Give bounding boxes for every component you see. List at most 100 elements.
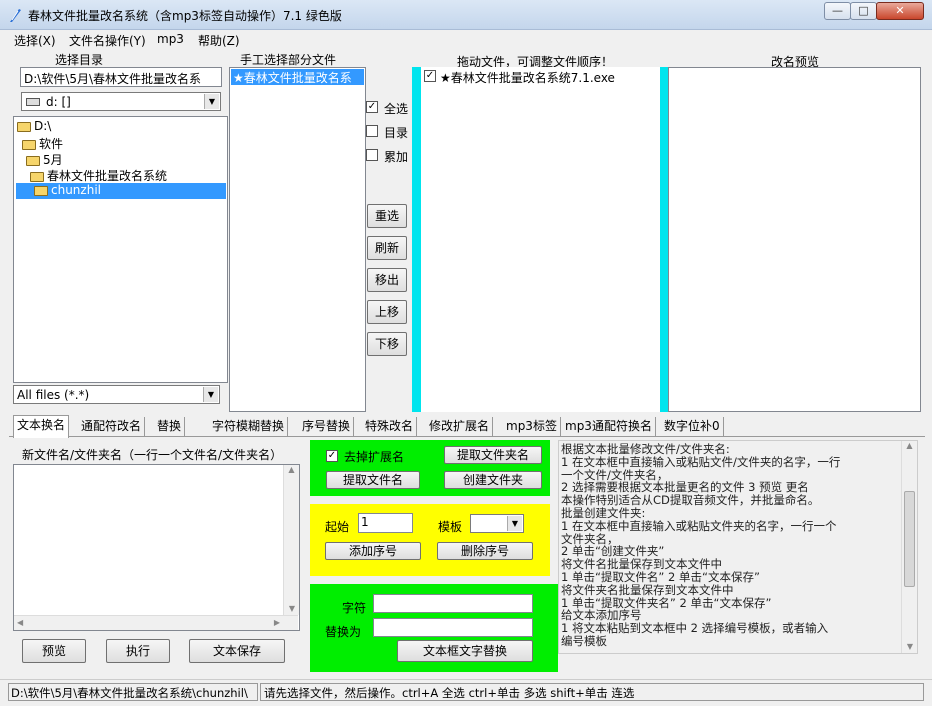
drive-select[interactable]: d: [] ▼	[21, 92, 221, 111]
help-line: 1 在文本框中直接输入或粘贴文件夹的名字，一行一个	[561, 518, 837, 533]
char-input[interactable]	[373, 594, 533, 613]
delete-seq-button[interactable]: 删除序号	[437, 542, 533, 560]
folder-open-icon	[17, 121, 31, 132]
select-dir-header: 选择目录	[54, 53, 103, 67]
menu-mp3[interactable]: mp3	[157, 32, 184, 46]
tab-replace[interactable]: 替换	[154, 417, 186, 437]
template-select[interactable]: ▼	[470, 514, 524, 533]
char-label: 字符	[342, 601, 367, 615]
menu-filename-ops[interactable]: 文件名操作(Y)	[69, 32, 146, 49]
scroll-left-icon[interactable]: ◀	[17, 618, 23, 627]
tab-modify-extension[interactable]: 修改扩展名	[426, 417, 494, 437]
folder-open-icon	[26, 155, 40, 166]
tab-fuzzy-replace[interactable]: 字符模糊替换	[209, 417, 289, 437]
scroll-up-icon[interactable]: ▲	[902, 441, 917, 450]
replace-with-input[interactable]	[373, 618, 533, 637]
help-scroll-thumb[interactable]	[904, 491, 915, 587]
execute-button[interactable]: 执行	[106, 639, 170, 663]
help-line: 1 将文本粘贴到文本框中 2 选择编号模板，或者输入	[561, 621, 829, 636]
directory-tree[interactable]: D:\ 软件 5月 春林文件批量改名系统 chunzhil	[13, 116, 228, 383]
menu-bar: 选择(X) 文件名操作(Y) mp3 帮助(Z)	[0, 30, 932, 50]
tree-item-root[interactable]: D:\	[17, 119, 51, 133]
scroll-up-icon[interactable]: ▲	[284, 465, 299, 474]
tab-zero-pad[interactable]: 数字位补0	[661, 417, 724, 437]
help-text-area[interactable]: 根据文本批量修改文件/文件夹名: 1 在文本框中直接输入或粘贴文件/文件夹的名字…	[558, 440, 918, 654]
tree-item-software[interactable]: 软件	[22, 135, 63, 152]
replace-with-label: 替换为	[325, 625, 362, 639]
start-input[interactable]: 1	[358, 513, 413, 533]
preview-button[interactable]: 预览	[22, 639, 86, 663]
help-vscroll[interactable]: ▲ ▼	[901, 441, 917, 653]
scroll-down-icon[interactable]: ▼	[284, 604, 300, 613]
accumulate-label: 累加	[384, 150, 409, 164]
tab-mp3-tag[interactable]: mp3标签	[503, 417, 561, 437]
folder-open-icon	[22, 139, 36, 150]
menu-help[interactable]: 帮助(Z)	[198, 32, 240, 49]
start-label: 起始	[325, 520, 350, 534]
chevron-down-icon[interactable]: ▼	[507, 516, 522, 531]
manual-select-header: 手工选择部分文件	[239, 53, 336, 67]
move-up-button[interactable]: 上移	[367, 300, 407, 324]
tab-special-rename[interactable]: 特殊改名	[362, 417, 418, 437]
scroll-down-icon[interactable]: ▼	[902, 642, 918, 651]
drag-file-list[interactable]: ✓ ★春林文件批量改名系统7.1.exe	[421, 67, 660, 412]
status-path: D:\软件\5月\春林文件批量改名系统\chunzhil\	[8, 683, 258, 701]
status-bar: D:\软件\5月\春林文件批量改名系统\chunzhil\ 请先选择文件，然后操…	[0, 679, 932, 706]
remove-ext-label: 去掉扩展名	[344, 450, 405, 464]
manual-file-list[interactable]: ★春林文件批量改名系	[229, 67, 366, 412]
new-name-label: 新文件名/文件夹名（一行一个文件名/文件夹名）	[22, 448, 283, 462]
maximize-button[interactable]: □	[850, 2, 877, 20]
chevron-down-icon[interactable]: ▼	[203, 387, 218, 402]
path-input[interactable]: D:\软件\5月\春林文件批量改名系	[20, 67, 222, 87]
help-line: 编号模板	[561, 633, 607, 648]
extract-folder-button[interactable]: 提取文件夹名	[444, 446, 542, 464]
extract-group: ✓ 去掉扩展名 提取文件夹名 提取文件名 创建文件夹	[310, 440, 550, 496]
drag-item-checkbox[interactable]: ✓	[424, 70, 436, 82]
select-all-checkbox[interactable]: ✓	[366, 101, 378, 113]
extract-file-button[interactable]: 提取文件名	[326, 471, 420, 489]
textarea-vscroll[interactable]: ▲ ▼	[283, 465, 299, 615]
reselect-button[interactable]: 重选	[367, 204, 407, 228]
help-line: 根据文本批量修改文件/文件夹名:	[561, 442, 730, 456]
move-down-button[interactable]: 下移	[367, 332, 407, 356]
chevron-down-icon[interactable]: ▼	[204, 94, 219, 109]
title-bar[interactable]: 春林文件批量改名系统（含mp3标签自动操作）7.1 绿色版 — □ ✕	[0, 0, 932, 30]
textbox-replace-button[interactable]: 文本框文字替换	[397, 640, 533, 662]
help-line: 1 在文本框中直接输入或粘贴文件/文件夹的名字，一行	[561, 454, 841, 469]
refresh-button[interactable]: 刷新	[367, 236, 407, 260]
textarea-hscroll[interactable]: ◀ ▶	[14, 615, 298, 630]
text-save-button[interactable]: 文本保存	[189, 639, 285, 663]
manual-file-item[interactable]: ★春林文件批量改名系	[231, 69, 364, 85]
close-button[interactable]: ✕	[876, 2, 924, 20]
folder-open-icon	[34, 185, 48, 196]
drag-list-left-bar	[412, 67, 421, 412]
drive-icon	[26, 98, 40, 106]
tab-wildcard-rename[interactable]: 通配符改名	[78, 417, 146, 437]
sequence-group: 起始 1 模板 ▼ 添加序号 删除序号	[310, 504, 550, 576]
drive-value: d: []	[46, 95, 71, 109]
directory-label: 目录	[384, 126, 409, 140]
rename-preview-list[interactable]	[668, 67, 921, 412]
drag-file-item[interactable]: ★春林文件批量改名系统7.1.exe	[440, 69, 615, 86]
add-seq-button[interactable]: 添加序号	[325, 542, 421, 560]
remove-ext-checkbox[interactable]: ✓	[326, 450, 338, 462]
tree-item-may[interactable]: 5月	[26, 151, 63, 168]
new-names-textarea[interactable]: ▲ ▼ ◀ ▶	[13, 464, 300, 631]
accumulate-checkbox[interactable]	[366, 149, 378, 161]
folder-open-icon	[30, 171, 44, 182]
tree-item-selected[interactable]: chunzhil	[16, 183, 226, 199]
create-folder-button[interactable]: 创建文件夹	[444, 471, 542, 489]
window-title: 春林文件批量改名系统（含mp3标签自动操作）7.1 绿色版	[28, 9, 342, 23]
help-line: 将文件夹名批量保存到文本文件中	[561, 582, 734, 597]
drag-list-right-bar	[660, 67, 668, 412]
tab-mp3-wildcard[interactable]: mp3通配符换名	[562, 417, 656, 437]
tree-item-app-folder[interactable]: 春林文件批量改名系统	[30, 167, 167, 184]
directory-checkbox[interactable]	[366, 125, 378, 137]
tab-seq-replace[interactable]: 序号替换	[299, 417, 355, 437]
menu-select[interactable]: 选择(X)	[14, 32, 56, 49]
scroll-right-icon[interactable]: ▶	[274, 618, 280, 627]
minimize-button[interactable]: —	[824, 2, 851, 20]
remove-button[interactable]: 移出	[367, 268, 407, 292]
file-filter-select[interactable]: All files (*.*) ▼	[13, 385, 220, 404]
tab-text-rename[interactable]: 文本换名	[13, 415, 70, 438]
